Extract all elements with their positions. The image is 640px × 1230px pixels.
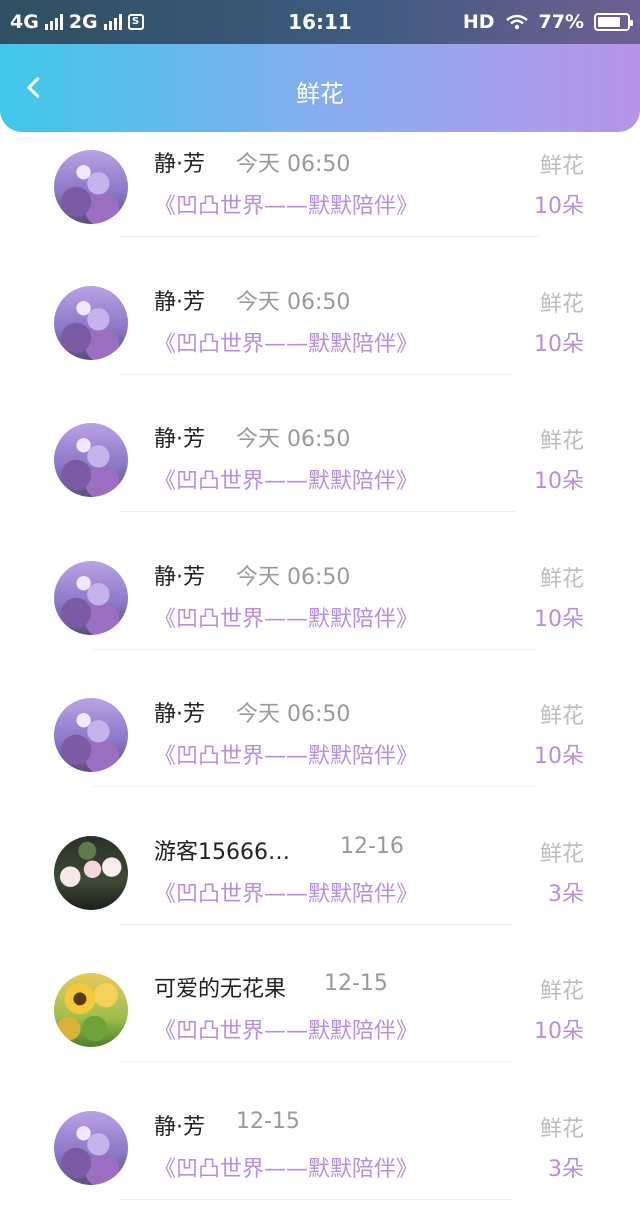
user-name: 静·芳	[154, 289, 205, 315]
avatar[interactable]	[54, 973, 128, 1047]
status-right: HD 77%	[462, 11, 633, 33]
row-divider	[92, 648, 536, 650]
network-4g-label: 4G	[10, 11, 39, 33]
signal-bars-icon	[103, 14, 122, 30]
send-time: 12-16	[340, 833, 404, 859]
send-time: 今天 06:50	[236, 564, 351, 590]
gift-type-label: 鲜花	[539, 841, 584, 867]
user-name: 静·芳	[154, 1114, 205, 1140]
battery-icon	[594, 13, 633, 31]
row-divider	[120, 1061, 512, 1062]
header-bar: 鲜花	[0, 44, 640, 132]
work-title-link[interactable]: 《凹凸世界——默默陪伴》	[154, 1013, 418, 1045]
avatar[interactable]	[54, 1110, 128, 1185]
network-2g-label: 2G	[68, 11, 98, 33]
user-name: 游客15666…	[154, 839, 290, 865]
gift-type-label: 鲜花	[539, 704, 584, 729]
row-divider	[120, 511, 516, 512]
flower-count: 10朵	[534, 744, 584, 769]
user-name: 静·芳	[154, 427, 205, 452]
send-time: 12-15	[236, 1108, 300, 1134]
battery-fill	[598, 17, 620, 27]
signal-bars-icon	[44, 14, 63, 30]
status-bar: 4G 2G S 16:11 HD 77%	[0, 0, 640, 44]
work-title-link[interactable]: 《凹凸世界——默默陪伴》	[154, 326, 418, 358]
flower-count: 10朵	[534, 1019, 584, 1044]
send-time: 今天 06:50	[236, 427, 351, 452]
battery-percent: 77%	[538, 11, 584, 33]
row-divider	[92, 786, 536, 787]
send-time: 今天 06:50	[236, 289, 351, 315]
flower-count: 3朵	[548, 881, 584, 907]
flower-count: 10朵	[534, 194, 584, 219]
work-title-link[interactable]: 《凹凸世界——默默陪伴》	[154, 601, 418, 633]
user-name: 静·芳	[154, 702, 205, 727]
sim-icon: S	[127, 14, 144, 30]
work-title-link[interactable]: 《凹凸世界——默默陪伴》	[154, 463, 418, 495]
flower-count: 3朵	[548, 1156, 584, 1182]
work-title-link[interactable]: 《凹凸世界——默默陪伴》	[154, 1151, 418, 1183]
list-item[interactable]: 静·芳 今天 06:50 鲜花《凹凸世界——默默陪伴》 10朵	[0, 268, 640, 405]
gift-type-label: 鲜花	[539, 566, 584, 592]
avatar[interactable]	[54, 560, 128, 635]
user-name: 可爱的无花果	[154, 977, 287, 1002]
send-time: 今天 06:50	[236, 702, 351, 727]
user-name: 静·芳	[154, 564, 205, 590]
list-item[interactable]: 静·芳 今天 06:50 鲜花《凹凸世界——默默陪伴》 10朵	[0, 405, 640, 542]
row-divider	[120, 1198, 512, 1200]
send-time: 12-15	[324, 971, 388, 996]
work-title-link[interactable]: 《凹凸世界——默默陪伴》	[154, 738, 418, 770]
list-item[interactable]: 游客15666… 12-16 鲜花《凹凸世界——默默陪伴》 3朵	[0, 818, 640, 955]
list-item[interactable]: 静·芳 今天 06:50 鲜花《凹凸世界——默默陪伴》 10朵	[0, 543, 640, 680]
work-title-link[interactable]: 《凹凸世界——默默陪伴》	[154, 188, 418, 220]
avatar[interactable]	[54, 423, 128, 497]
gift-type-label: 鲜花	[539, 429, 584, 454]
avatar[interactable]	[54, 835, 128, 910]
gift-type-label: 鲜花	[539, 1116, 584, 1142]
status-left: 4G 2G S	[10, 11, 144, 33]
flower-count: 10朵	[534, 469, 584, 494]
gift-type-label: 鲜花	[539, 154, 584, 179]
page-title: 鲜花	[296, 80, 344, 108]
wifi-icon	[505, 14, 528, 30]
user-name: 静·芳	[154, 152, 205, 177]
flower-count: 10朵	[534, 331, 584, 357]
list-item[interactable]: 静·芳 今天 06:50 鲜花《凹凸世界——默默陪伴》 10朵	[0, 130, 640, 267]
avatar[interactable]	[54, 698, 128, 772]
row-divider	[120, 923, 512, 925]
avatar[interactable]	[54, 285, 128, 360]
list-item[interactable]: 静·芳 今天 06:50 鲜花《凹凸世界——默默陪伴》 10朵	[0, 680, 640, 817]
send-time: 今天 06:50	[236, 152, 351, 177]
list-item[interactable]: 可爱的无花果 12-15 鲜花《凹凸世界——默默陪伴》 10朵	[0, 955, 640, 1092]
work-title-link[interactable]: 《凹凸世界——默默陪伴》	[154, 876, 418, 908]
row-divider	[120, 373, 512, 375]
avatar[interactable]	[54, 150, 128, 224]
gift-type-label: 鲜花	[539, 979, 584, 1004]
gift-type-label: 鲜花	[539, 291, 584, 317]
flower-count: 10朵	[534, 606, 584, 632]
hd-label: HD	[462, 11, 495, 33]
row-divider	[120, 236, 540, 237]
list-item[interactable]: 静·芳 12-15 鲜花《凹凸世界——默默陪伴》 3朵	[0, 1093, 640, 1230]
